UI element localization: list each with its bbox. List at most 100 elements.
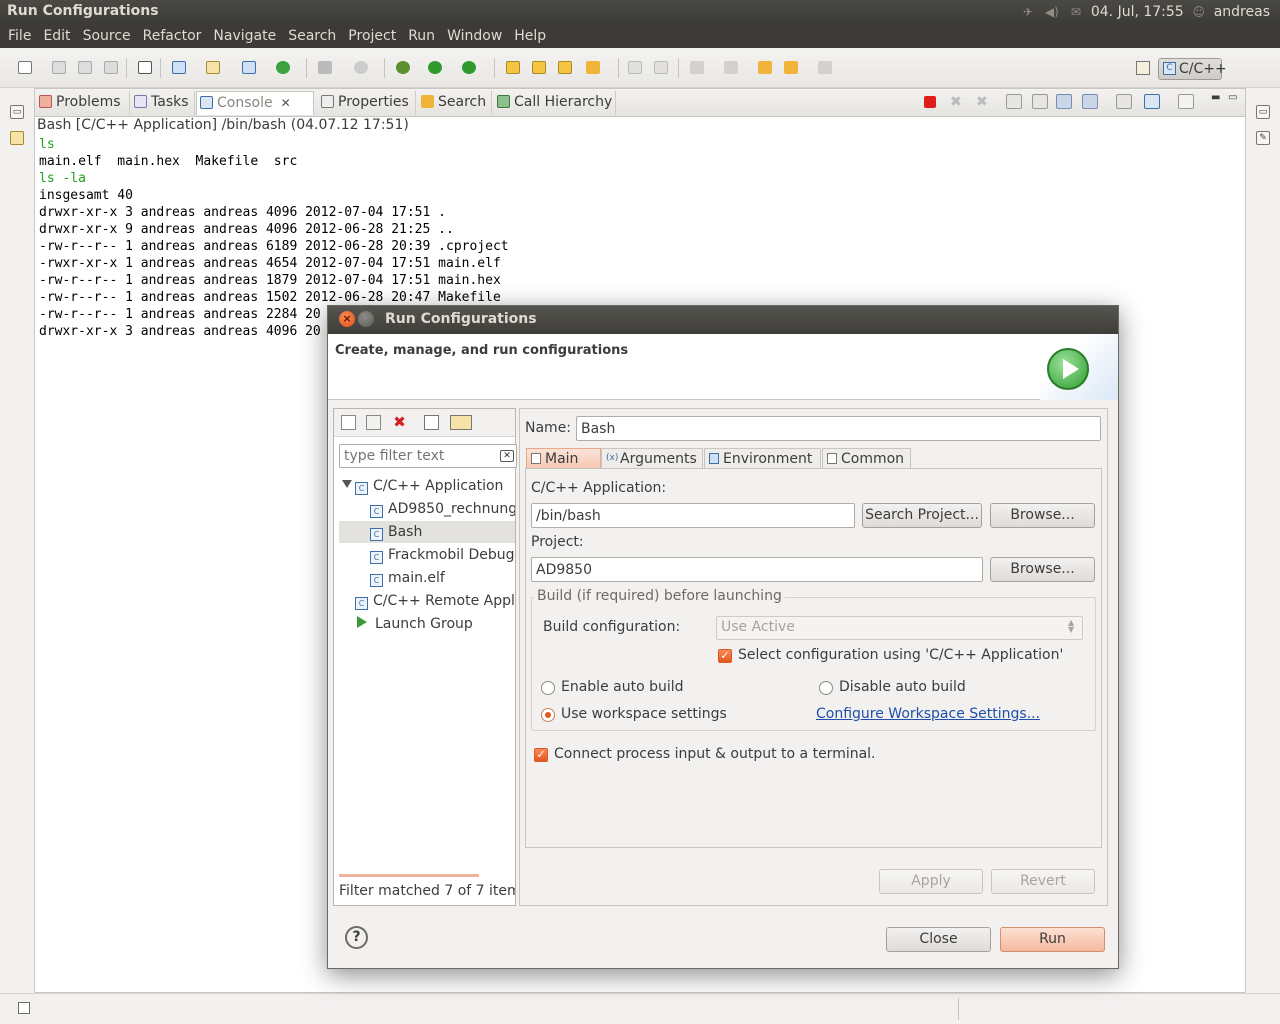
new-c-class-icon[interactable]: [274, 60, 292, 76]
prev-annotation-icon[interactable]: [722, 60, 740, 76]
scroll-lock-icon[interactable]: [1032, 94, 1048, 109]
minimize-icon[interactable]: ▬: [1211, 92, 1220, 103]
tab-search[interactable]: Search: [418, 91, 492, 115]
terminate-icon[interactable]: [924, 96, 936, 108]
open-element-icon[interactable]: [530, 60, 548, 76]
clear-console-icon[interactable]: [1006, 94, 1022, 109]
disable-auto-build-radio[interactable]: [819, 681, 833, 695]
restore-right-icon[interactable]: ▭: [1256, 105, 1270, 119]
remove-launch-icon[interactable]: ✖: [950, 94, 966, 110]
build-config-icon[interactable]: [352, 60, 370, 76]
next-annotation-icon[interactable]: [688, 60, 706, 76]
search-flashlight-icon[interactable]: [584, 60, 602, 76]
open-perspective-icon[interactable]: [1136, 61, 1150, 75]
name-input[interactable]: [576, 416, 1101, 441]
menu-help[interactable]: Help: [508, 24, 552, 48]
menu-refactor[interactable]: Refactor: [137, 24, 208, 48]
new-configuration-icon[interactable]: [341, 415, 356, 430]
toggle-mark-icon[interactable]: [626, 60, 644, 76]
tab-arguments[interactable]: (x) Arguments: [601, 448, 703, 469]
tree-item-frackmobil[interactable]: C Frackmobil Debug: [370, 544, 515, 566]
last-edit-icon[interactable]: [756, 60, 774, 76]
new-class-icon[interactable]: [240, 60, 258, 76]
run-icon[interactable]: [426, 60, 444, 76]
tab-properties[interactable]: Properties: [318, 91, 416, 115]
help-icon[interactable]: ?: [345, 926, 368, 949]
tree-item-ad9850[interactable]: C AD9850_rechnung: [370, 498, 515, 520]
tab-environment[interactable]: Environment: [704, 448, 821, 469]
menu-project[interactable]: Project: [342, 24, 402, 48]
search-project-button[interactable]: Search Project...: [862, 503, 982, 528]
duplicate-configuration-icon[interactable]: [366, 415, 381, 430]
print-icon[interactable]: [102, 60, 120, 76]
show-on-stderr-icon[interactable]: [1082, 94, 1098, 109]
configure-workspace-link[interactable]: Configure Workspace Settings...: [816, 706, 1040, 722]
collapse-all-icon[interactable]: [424, 415, 439, 430]
run-external-tool-icon[interactable]: [460, 60, 478, 76]
apply-button[interactable]: Apply: [879, 869, 983, 894]
dialog-close-icon[interactable]: ×: [339, 311, 355, 327]
perspective-cpp-button[interactable]: C C/C++: [1158, 58, 1227, 80]
browse-project-button[interactable]: Browse...: [990, 557, 1095, 582]
tab-call-hierarchy[interactable]: Call Hierarchy: [494, 91, 616, 115]
app-path-input[interactable]: [531, 503, 855, 528]
new-icon[interactable]: [16, 60, 34, 76]
open-console-icon[interactable]: [1178, 94, 1194, 109]
forward-icon[interactable]: [816, 60, 834, 76]
debug-icon[interactable]: [394, 60, 412, 76]
menu-navigate[interactable]: Navigate: [207, 24, 282, 48]
tree-item-main-elf[interactable]: Cmain.elf: [370, 567, 515, 589]
display-console-icon[interactable]: [1144, 94, 1160, 109]
close-button[interactable]: Close: [886, 927, 991, 952]
binary-icon[interactable]: [136, 60, 154, 76]
menu-edit[interactable]: Edit: [37, 24, 76, 48]
build-config-select[interactable]: Use Active: [716, 616, 1083, 640]
outline-icon[interactable]: ✎: [1256, 131, 1270, 145]
revert-button[interactable]: Revert: [991, 869, 1095, 894]
use-workspace-radio[interactable]: [541, 708, 555, 722]
menu-window[interactable]: Window: [441, 24, 508, 48]
open-type-icon[interactable]: [504, 60, 522, 76]
block-select-icon[interactable]: [652, 60, 670, 76]
tab-tasks[interactable]: Tasks: [131, 91, 195, 115]
delete-configuration-icon[interactable]: ✖: [392, 415, 407, 430]
filter-input[interactable]: [339, 444, 517, 468]
tree-item-launch-group[interactable]: Launch Group: [357, 613, 515, 635]
tab-problems[interactable]: Problems: [36, 91, 130, 115]
pin-console-icon[interactable]: [1116, 94, 1132, 109]
open-folder-icon[interactable]: [556, 60, 574, 76]
new-source-folder-icon[interactable]: [204, 60, 222, 76]
tab-common[interactable]: Common: [822, 448, 911, 469]
network-icon[interactable]: ✈: [1019, 5, 1037, 19]
browse-app-button[interactable]: Browse...: [990, 503, 1095, 528]
menu-file[interactable]: File: [2, 24, 37, 48]
chat-icon[interactable]: ☺: [1190, 5, 1208, 19]
filter-menu-icon[interactable]: [450, 415, 472, 430]
enable-auto-build-radio[interactable]: [541, 681, 555, 695]
project-input[interactable]: [531, 557, 983, 582]
connect-terminal-checkbox[interactable]: ✓: [534, 748, 548, 762]
save-all-icon[interactable]: [76, 60, 94, 76]
show-on-stdout-icon[interactable]: [1056, 94, 1072, 109]
select-config-checkbox[interactable]: ✓: [718, 649, 732, 663]
project-explorer-icon[interactable]: [10, 131, 24, 145]
maximize-icon[interactable]: ▭: [1228, 92, 1237, 103]
tab-main[interactable]: Main: [526, 448, 601, 469]
menu-run[interactable]: Run: [402, 24, 441, 48]
expander-icon[interactable]: [342, 480, 352, 488]
run-button[interactable]: Run: [1000, 927, 1105, 952]
date-time[interactable]: 04. Jul, 17:55: [1091, 4, 1184, 20]
new-cpp-project-icon[interactable]: [170, 60, 188, 76]
tree-item-bash[interactable]: C Bash: [339, 521, 515, 543]
menu-source[interactable]: Source: [77, 24, 137, 48]
volume-icon[interactable]: ◀): [1043, 5, 1061, 19]
restore-left-icon[interactable]: ▭: [10, 105, 24, 119]
save-icon[interactable]: [50, 60, 68, 76]
build-icon[interactable]: [316, 60, 334, 76]
tab-console[interactable]: Console ✕: [196, 91, 314, 115]
clear-filter-icon[interactable]: ✕: [500, 450, 514, 462]
back-icon[interactable]: [782, 60, 800, 76]
user-name[interactable]: andreas: [1214, 4, 1270, 20]
close-icon[interactable]: ✕: [281, 92, 291, 114]
mail-icon[interactable]: ✉: [1067, 5, 1085, 19]
